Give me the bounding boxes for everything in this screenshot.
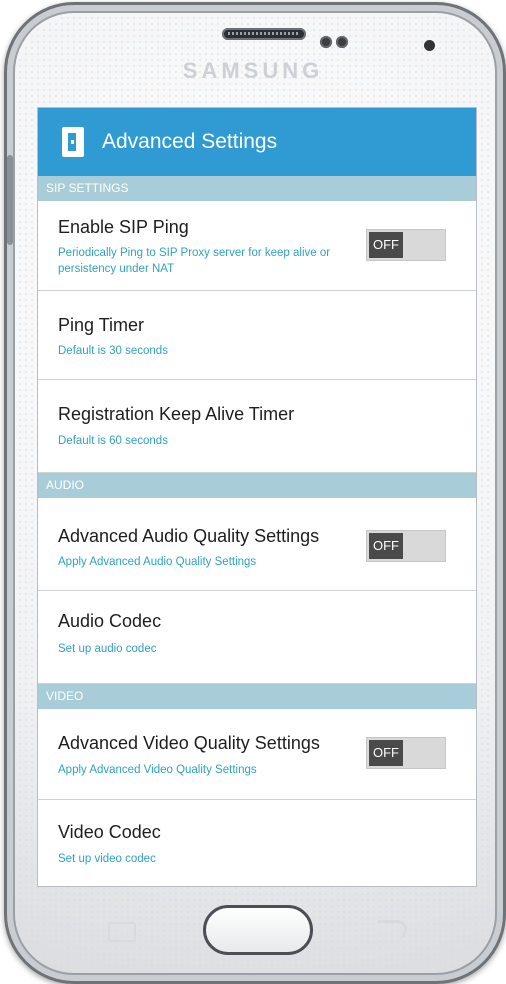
setting-subtitle: Set up audio codec: [58, 643, 157, 655]
setting-title: Video Codec: [58, 822, 161, 842]
setting-title: Enable SIP Ping: [58, 217, 189, 237]
setting-title: Advanced Audio Quality Settings: [58, 526, 320, 546]
light-sensor: [336, 36, 348, 48]
brand-logo: SAMSUNG: [182, 58, 324, 83]
setting-subtitle: Apply Advanced Audio Quality Settings: [58, 556, 257, 568]
setting-title: Ping Timer: [58, 315, 145, 335]
volume-button: [7, 155, 13, 245]
screen: Advanced Settings SIP SETTINGS Enable SI…: [38, 108, 476, 886]
setting-subtitle: Set up video codec: [58, 853, 156, 865]
setting-subtitle: Default is 60 seconds: [58, 435, 168, 447]
section-header-video: VIDEO: [38, 684, 476, 709]
audio-quality-toggle[interactable]: OFF: [366, 530, 446, 562]
setting-subtitle: Apply Advanced Video Quality Settings: [58, 764, 257, 776]
setting-title: Advanced Video Quality Settings: [58, 733, 320, 753]
setting-title: Audio Codec: [58, 611, 162, 631]
front-camera: [424, 40, 435, 51]
setting-ping-timer[interactable]: Ping Timer Default is 30 seconds: [38, 291, 476, 380]
setting-subtitle: Default is 30 seconds: [58, 345, 168, 357]
back-icon[interactable]: [378, 920, 407, 939]
setting-video-codec[interactable]: Video Codec Set up video codec: [38, 800, 476, 880]
toggle-state: OFF: [369, 533, 403, 559]
setting-audio-codec[interactable]: Audio Codec Set up audio codec: [38, 591, 476, 684]
proximity-sensor: [320, 36, 332, 48]
page-title: Advanced Settings: [102, 130, 278, 153]
toggle-state: OFF: [369, 232, 403, 258]
setting-advanced-audio-quality[interactable]: Advanced Audio Quality Settings Apply Ad…: [38, 498, 476, 591]
sip-ping-toggle[interactable]: OFF: [366, 229, 446, 261]
setting-title: Registration Keep Alive Timer: [58, 404, 295, 424]
earpiece-speaker: [222, 28, 306, 40]
setting-advanced-video-quality[interactable]: Advanced Video Quality Settings Apply Ad…: [38, 709, 476, 800]
setting-subtitle: Periodically Ping to SIP Proxy server fo…: [58, 247, 331, 275]
video-quality-toggle[interactable]: OFF: [366, 737, 446, 769]
setting-enable-sip-ping[interactable]: Enable SIP Ping Periodically Ping to SIP…: [38, 201, 476, 291]
section-header-sip: SIP SETTINGS: [38, 176, 476, 201]
app-bar: Advanced Settings: [38, 108, 476, 176]
home-button[interactable]: [203, 905, 313, 955]
setting-registration-keep-alive[interactable]: Registration Keep Alive Timer Default is…: [38, 380, 476, 473]
recent-apps-icon[interactable]: [108, 922, 136, 942]
toggle-state: OFF: [369, 740, 403, 766]
app-door-icon[interactable]: [62, 127, 84, 157]
section-header-audio: AUDIO: [38, 473, 476, 498]
